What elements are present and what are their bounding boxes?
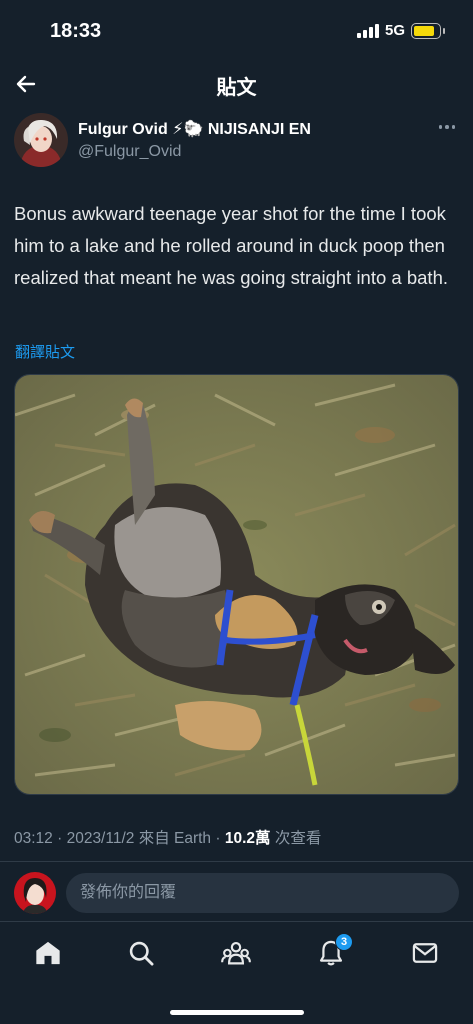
status-indicators: 5G bbox=[356, 22, 445, 39]
tab-notifications[interactable]: 3 bbox=[315, 933, 353, 969]
more-options-button[interactable] bbox=[435, 119, 459, 135]
views-label: 次查看 bbox=[274, 830, 322, 847]
home-indicator[interactable] bbox=[169, 1010, 304, 1015]
tweet-photo[interactable] bbox=[14, 374, 459, 795]
search-icon bbox=[129, 941, 154, 966]
page-title: 貼文 bbox=[216, 77, 257, 99]
tab-communities[interactable] bbox=[220, 937, 252, 969]
reply-input[interactable] bbox=[66, 873, 459, 913]
author-handle[interactable]: @Fulgur_Ovid bbox=[78, 143, 181, 161]
tab-search[interactable] bbox=[125, 937, 157, 969]
divider bbox=[0, 921, 473, 922]
views-count: 10.2萬 bbox=[224, 830, 271, 847]
author-avatar[interactable] bbox=[14, 113, 68, 167]
dog-photo bbox=[15, 375, 458, 794]
tweet-meta: 03:12 · 2023/11/2 來自 Earth · 10.2萬 次查看 bbox=[14, 830, 322, 847]
reply-bar bbox=[0, 868, 473, 918]
more-dots-icon bbox=[438, 125, 443, 129]
communities-icon bbox=[221, 941, 251, 965]
author-name[interactable]: Fulgur Ovid ⚡🐑 NIJISANJI EN bbox=[78, 119, 311, 139]
status-bar: 18:33 5G bbox=[0, 0, 473, 62]
tweet-author: Fulgur Ovid ⚡🐑 NIJISANJI EN @Fulgur_Ovid bbox=[14, 113, 459, 169]
translate-post-link[interactable]: 翻譯貼文 bbox=[15, 341, 75, 362]
tab-messages[interactable] bbox=[409, 937, 441, 969]
user-avatar[interactable] bbox=[14, 872, 56, 914]
tab-home[interactable] bbox=[32, 937, 64, 969]
bottom-tab-bar: 3 bbox=[0, 927, 473, 979]
divider bbox=[0, 861, 473, 862]
mail-icon bbox=[412, 943, 438, 963]
notification-badge: 3 bbox=[335, 933, 353, 951]
tweet-source: 來自 Earth bbox=[138, 830, 212, 847]
network-type: 5G bbox=[384, 22, 405, 39]
battery-level bbox=[414, 25, 435, 36]
status-time: 18:33 bbox=[50, 20, 102, 42]
top-bar: 貼文 bbox=[0, 62, 473, 106]
battery-icon bbox=[411, 22, 445, 39]
tweet-date: 2023/11/2 bbox=[66, 830, 135, 847]
tweet-text: Bonus awkward teenage year shot for the … bbox=[14, 203, 448, 288]
home-icon bbox=[36, 941, 60, 965]
tweet-time: 03:12 bbox=[14, 830, 53, 847]
cellular-signal-icon bbox=[356, 23, 379, 38]
